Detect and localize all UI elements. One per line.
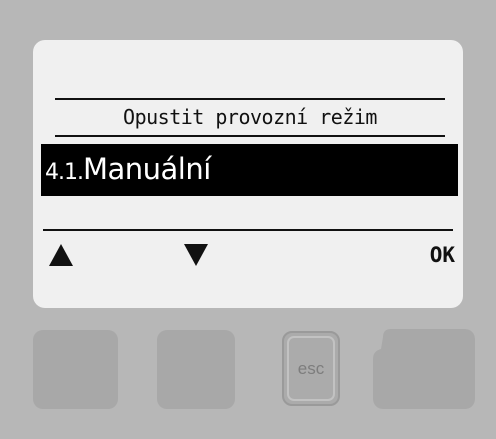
softkey-ok-label: OK	[429, 243, 455, 267]
softkey-divider	[43, 229, 453, 231]
softkey-down	[178, 238, 214, 272]
menu-title: Opustit provozní režim	[123, 105, 377, 129]
menu-item-number: 4.1.	[45, 160, 84, 185]
menu-item-label: Manuální	[82, 152, 211, 186]
title-divider-top	[55, 98, 445, 100]
hardware-button-2[interactable]	[157, 330, 235, 409]
menu-item-text: 4.1.Manuální	[45, 147, 211, 195]
hardware-button-4[interactable]	[373, 329, 475, 409]
esc-button[interactable]: esc	[282, 331, 340, 406]
esc-button-label: esc	[297, 358, 325, 378]
controller-device: Opustit provozní režim 4.1.Manuální OK e…	[0, 0, 496, 439]
triangle-up-icon	[49, 244, 73, 266]
hardware-button-1[interactable]	[33, 330, 118, 409]
lcd-display: Opustit provozní režim 4.1.Manuální OK	[33, 40, 463, 308]
menu-item-selected[interactable]: 4.1.Manuální	[41, 144, 458, 196]
title-divider-bottom	[55, 135, 445, 137]
softkey-up	[43, 238, 79, 272]
triangle-down-icon	[184, 244, 208, 266]
